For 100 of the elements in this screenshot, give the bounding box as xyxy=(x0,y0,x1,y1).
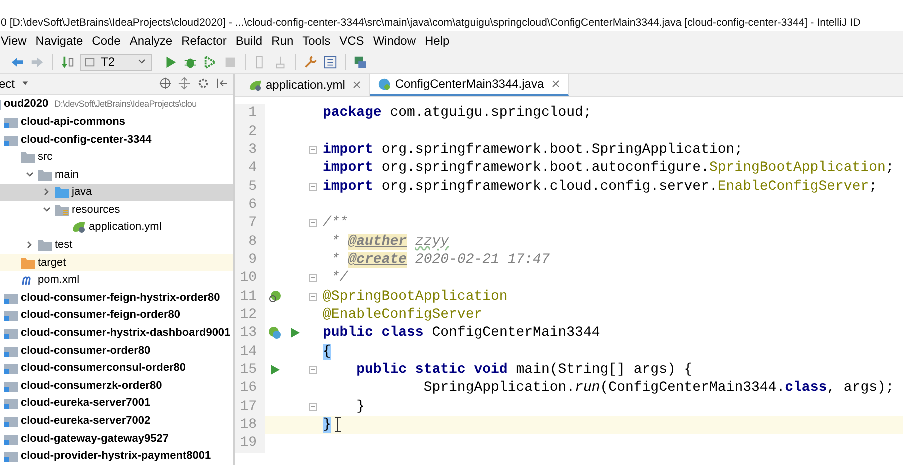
tree-item[interactable]: target xyxy=(38,256,66,269)
project-structure-icon[interactable] xyxy=(323,54,338,70)
tree-item[interactable]: cloud-provider-hystrix-payment8001 xyxy=(21,450,212,462)
tree-item[interactable]: java xyxy=(72,186,92,198)
menu-item[interactable]: Help xyxy=(425,34,450,48)
menu-item[interactable]: View xyxy=(1,34,27,48)
tree-item[interactable]: cloud-consumerzk-order80 xyxy=(21,380,162,392)
bean-icon[interactable] xyxy=(268,290,282,304)
module-folder-icon xyxy=(4,292,18,304)
project-path: D:\devSoft\JetBrains\IdeaProjects\clou xyxy=(54,99,197,110)
tree-item[interactable]: cloud-consumer-hystrix-dashboard9001 xyxy=(21,327,231,340)
line-number: 15 xyxy=(235,360,265,380)
line-number: 8 xyxy=(235,232,265,251)
database-icon[interactable] xyxy=(353,54,368,70)
menu-item[interactable]: Navigate xyxy=(36,34,84,48)
code-line: @EnableConfigServer xyxy=(323,306,483,323)
code-line: * @create 2020-02-21 17:47 xyxy=(330,252,550,268)
close-icon[interactable] xyxy=(552,80,560,88)
line-number: 3 xyxy=(235,140,265,160)
editor-tab[interactable]: ConfigCenterMain3344.java xyxy=(370,74,570,96)
code-line: package com.atguigu.springcloud; xyxy=(323,105,592,122)
tree-item[interactable]: cloud-config-center-3344 xyxy=(21,134,152,146)
fold-marker-icon[interactable] xyxy=(309,219,317,228)
window-icon xyxy=(85,56,96,68)
tree-item[interactable]: oud2020 xyxy=(4,98,49,110)
menu-item[interactable]: Window xyxy=(373,34,416,48)
menu-item[interactable]: VCS xyxy=(340,34,364,48)
tree-item[interactable]: resources xyxy=(72,204,120,216)
module-folder-icon xyxy=(4,362,18,374)
menu-item[interactable]: Refactor xyxy=(182,34,227,48)
line-number: 7 xyxy=(235,214,265,232)
line-number: 12 xyxy=(235,306,265,324)
code-line: SpringApplication.run(ConfigCenterMain3344.class, args); xyxy=(422,380,894,396)
close-icon[interactable] xyxy=(353,81,362,89)
run-config-dropdown[interactable]: T2 xyxy=(80,54,152,70)
fold-marker-icon[interactable] xyxy=(309,292,317,301)
settings-icon[interactable] xyxy=(197,77,210,90)
tree-item[interactable]: application.yml xyxy=(89,221,162,234)
fold-marker-icon[interactable] xyxy=(309,182,317,191)
module-folder-icon xyxy=(4,344,18,357)
line-number: 14 xyxy=(235,342,265,361)
module-folder-icon xyxy=(4,380,18,392)
folder-icon xyxy=(55,186,69,198)
code-line: public class ConfigCenterMain3344 xyxy=(323,325,600,342)
module-folder-icon xyxy=(4,432,18,445)
folder-icon xyxy=(21,151,35,164)
module-folder-icon xyxy=(4,134,18,146)
tree-item[interactable]: cloud-consumer-order80 xyxy=(21,344,151,357)
module-folder-icon xyxy=(4,397,18,410)
class-icon xyxy=(378,78,392,90)
leaf-gear-icon xyxy=(72,221,86,234)
code-line: } xyxy=(356,398,366,415)
code-line: import org.springframework.boot.SpringApplication; xyxy=(323,142,744,158)
tree-item[interactable]: cloud-eureka-server7002 xyxy=(21,415,151,428)
coverage-icon[interactable] xyxy=(203,54,218,70)
menu-item[interactable]: Analyze xyxy=(130,34,173,48)
menu-item[interactable]: Run xyxy=(272,34,294,48)
line-number: 18 xyxy=(235,416,265,434)
tree-item[interactable]: pom.xml xyxy=(38,274,80,286)
tree-item[interactable]: cloud-consumer-feign-order80 xyxy=(21,309,181,322)
menu-item[interactable]: Code xyxy=(92,34,121,48)
fold-marker-icon[interactable] xyxy=(309,146,317,154)
wrench-icon[interactable] xyxy=(303,54,318,70)
line-number: 11 xyxy=(235,287,265,306)
tree-item[interactable]: test xyxy=(55,239,73,252)
module-folder-icon xyxy=(4,450,18,462)
line-number: 13 xyxy=(235,324,265,342)
line-number: 19 xyxy=(235,434,265,453)
tree-item[interactable]: main xyxy=(55,168,79,181)
module-folder-icon xyxy=(4,116,18,128)
menu-item[interactable]: Tools xyxy=(302,34,331,48)
build-icon[interactable] xyxy=(60,54,75,70)
code-line: /** xyxy=(323,215,348,232)
folder-icon xyxy=(38,239,52,252)
run-icon[interactable] xyxy=(288,326,302,340)
fold-marker-icon[interactable] xyxy=(309,366,317,374)
tree-item[interactable]: src xyxy=(38,151,53,164)
module-folder-icon xyxy=(4,327,18,340)
hide-panel-icon[interactable] xyxy=(216,77,229,90)
folder-icon xyxy=(21,256,35,269)
line-number: 10 xyxy=(235,269,265,288)
code-line: * @auther zzyy xyxy=(330,234,450,250)
leaf-gear-icon xyxy=(249,78,262,92)
line-number: 9 xyxy=(235,250,265,270)
tree-item[interactable]: cloud-eureka-server7001 xyxy=(21,397,151,410)
tree-item[interactable]: cloud-gateway-gateway9527 xyxy=(21,432,169,445)
collapse-icon[interactable] xyxy=(178,77,191,90)
window-title: 0 [D:\devSoft\JetBrains\IdeaProjects\cloud2020] - ...\cloud-config-center-3344\src\main\java\com\atguigu\springcloud\ConfigCenterMain3344.java [cloud-config-center-3344] - IntelliJ ID xyxy=(1,17,861,29)
tree-item[interactable]: cloud-consumer-feign-hystrix-order80 xyxy=(21,292,220,304)
menu-item[interactable]: Build xyxy=(236,34,263,48)
line-number: 17 xyxy=(235,398,265,416)
fold-marker-icon[interactable] xyxy=(309,274,317,282)
tree-item[interactable]: cloud-consumerconsul-order80 xyxy=(21,362,186,374)
line-number: 16 xyxy=(235,379,265,398)
target-icon[interactable] xyxy=(159,77,172,90)
tree-item[interactable]: cloud-api-commons xyxy=(21,116,126,128)
class-bean-icon[interactable] xyxy=(268,326,282,340)
run-icon[interactable] xyxy=(268,362,282,377)
code-line: @SpringBootApplication xyxy=(323,288,508,305)
fold-marker-icon[interactable] xyxy=(309,402,317,411)
